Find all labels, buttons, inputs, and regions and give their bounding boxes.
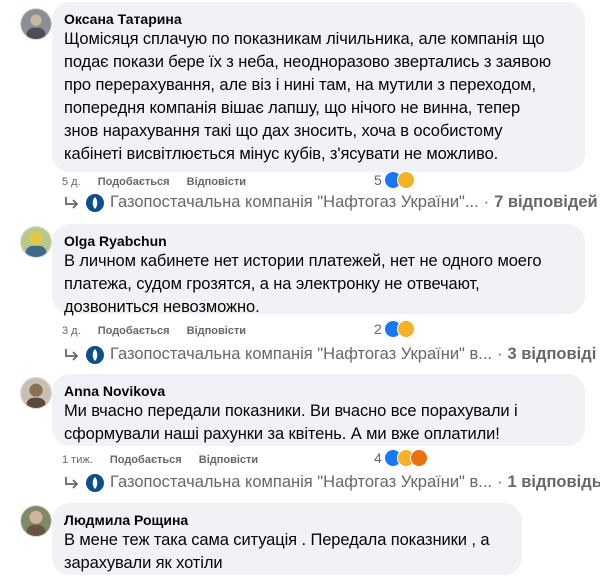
reaction-count: 4	[374, 450, 382, 466]
comment-actions: 1 тиж. Подобається Відповісти	[62, 453, 272, 467]
sad-reaction-icon	[396, 320, 415, 338]
comment-line: В мене теж така сама ситуація . Передала…	[64, 531, 490, 549]
comment-timestamp[interactable]: 1 тиж.	[62, 454, 93, 466]
comment-line: зарахували як хотіли	[64, 554, 223, 572]
comment-line: Щомісяця сплачую по показникам лічильник…	[64, 30, 545, 48]
reaction-summary[interactable]: 5	[374, 171, 415, 189]
sad-reaction-icon	[396, 171, 415, 189]
reply-company-name: Газопостачальна компанія "Нафтогаз Украї…	[110, 193, 479, 211]
comment-bubble: Оксана Татарина Щомісяця сплачую по пока…	[52, 2, 585, 172]
reply-button[interactable]: Відповісти	[187, 176, 246, 188]
reply-summary-text: Газопостачальна компанія "Нафтогаз Украї…	[110, 345, 596, 364]
reply-count: 7 відповідей	[494, 193, 598, 211]
comment-line: Ми вчасно передали показники. Ви вчасно …	[64, 402, 518, 420]
like-button[interactable]: Подобається	[98, 325, 170, 337]
comments-thread: Оксана Татарина Щомісяця сплачую по пока…	[0, 0, 600, 578]
view-replies-link[interactable]: Газопостачальна компанія "Нафтогаз Украї…	[62, 193, 598, 212]
comment-line: подає покази бере їх з неба, неодноразов…	[64, 53, 551, 71]
comment-bubble: Людмила Рощина В мене теж така сама ситу…	[52, 503, 522, 575]
like-button[interactable]: Подобається	[110, 454, 182, 466]
comment-text: В мене теж така сама ситуація . Передала…	[64, 529, 510, 575]
comment-text: Щомісяця сплачую по показникам лічильник…	[64, 28, 573, 166]
comment-text: В личном кабинете нет истории платежей, …	[64, 250, 573, 319]
avatar[interactable]	[20, 226, 52, 258]
comment-line: знов нарахування такі що дах зносить, хо…	[64, 122, 503, 140]
comment-line: про перерахування, але віз і нині там, н…	[64, 76, 537, 94]
comment-author[interactable]: Anna Novikova	[64, 382, 573, 400]
reply-separator: ·	[497, 473, 503, 491]
comment-bubble: Olga Ryabchun В личном кабинете нет исто…	[52, 224, 585, 316]
comment-author[interactable]: Людмила Рощина	[64, 511, 510, 529]
reaction-count: 2	[374, 321, 382, 337]
reply-arrow-icon	[65, 476, 79, 489]
reply-count: 1 відповідь	[507, 473, 600, 491]
comment-line: В личном кабинете нет истории платежей, …	[64, 252, 542, 270]
reply-summary-text: Газопостачальна компанія "Нафтогаз Украї…	[110, 473, 600, 492]
reply-button[interactable]: Відповісти	[187, 325, 246, 337]
comment-author[interactable]: Оксана Татарина	[64, 10, 573, 28]
view-replies-link[interactable]: Газопостачальна компанія "Нафтогаз Украї…	[62, 345, 596, 364]
reply-arrow-icon	[65, 196, 79, 209]
reply-separator: ·	[483, 193, 490, 211]
reply-button[interactable]: Відповісти	[199, 454, 258, 466]
comment-line: сформували наші рахунки за квітень. А ми…	[64, 425, 500, 443]
reaction-count: 5	[374, 172, 382, 188]
reply-separator: ·	[497, 345, 503, 363]
reaction-summary[interactable]: 2	[374, 320, 415, 338]
comment-line: дозвониться невозможно.	[64, 298, 260, 316]
company-logo-icon	[86, 345, 104, 364]
comment-line: кабінеті висвітлюється мінус кубів, з'яс…	[64, 145, 499, 163]
reaction-summary[interactable]: 4	[374, 449, 428, 467]
comment-bubble: Anna Novikova Ми вчасно передали показни…	[52, 374, 585, 446]
company-logo-icon	[86, 473, 104, 492]
avatar[interactable]	[20, 505, 52, 537]
like-button[interactable]: Подобається	[98, 176, 170, 188]
comment-actions: 5 д. Подобається Відповісти	[62, 175, 260, 189]
avatar[interactable]	[20, 377, 52, 409]
reply-arrow-icon	[65, 348, 79, 361]
reply-company-name: Газопостачальна компанія "Нафтогаз Украї…	[110, 473, 492, 491]
comment-actions: 3 д. Подобається Відповісти	[62, 324, 260, 338]
reply-company-name: Газопостачальна компанія "Нафтогаз Украї…	[110, 345, 492, 363]
angry-reaction-icon	[409, 449, 428, 467]
company-logo-icon	[86, 193, 104, 212]
comment-author[interactable]: Olga Ryabchun	[64, 232, 573, 250]
avatar[interactable]	[20, 8, 52, 40]
comment-line: платежа, судом грозятся, а на электронку…	[64, 275, 480, 293]
view-replies-link[interactable]: Газопостачальна компанія "Нафтогаз Украї…	[62, 473, 600, 492]
comment-text: Ми вчасно передали показники. Ви вчасно …	[64, 400, 573, 446]
reply-count: 3 відповіді	[507, 345, 597, 363]
reply-summary-text: Газопостачальна компанія "Нафтогаз Украї…	[110, 193, 598, 212]
comment-line: попередня компанія вішає лапшу, що нічог…	[64, 99, 521, 117]
comment-timestamp[interactable]: 5 д.	[62, 176, 81, 188]
comment-timestamp[interactable]: 3 д.	[62, 325, 81, 337]
